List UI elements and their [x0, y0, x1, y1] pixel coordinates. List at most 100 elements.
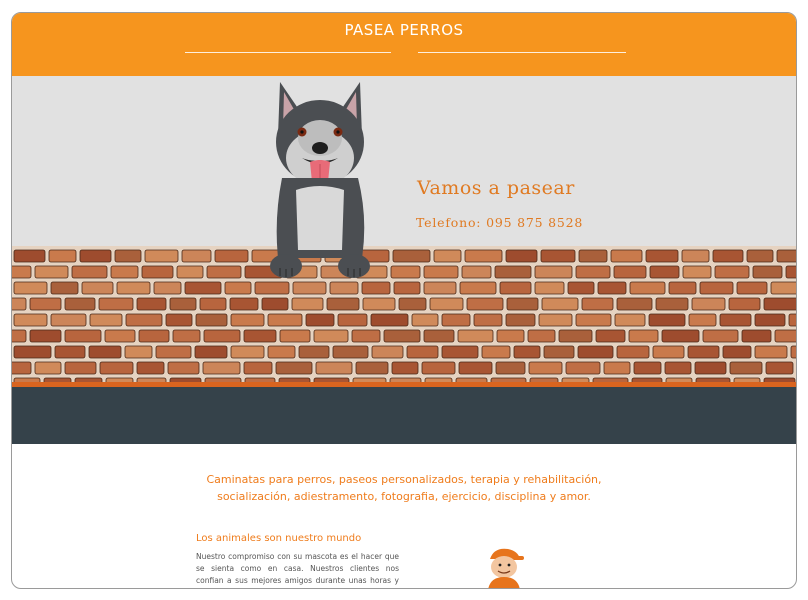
brick [567, 281, 595, 295]
brick [267, 345, 296, 359]
brick [464, 249, 503, 263]
brick [575, 313, 612, 327]
brick [741, 329, 772, 343]
brick [505, 249, 538, 263]
hero-phone[interactable]: Telefono: 095 875 8528 [416, 215, 616, 230]
brick [291, 297, 324, 311]
brick [595, 329, 626, 343]
brick [719, 313, 752, 327]
brick [138, 329, 170, 343]
services-intro: Caminatas para perros, paseos personaliz… [192, 471, 616, 505]
brick [391, 361, 419, 375]
brick [603, 361, 631, 375]
services-line-1: Caminatas para perros, paseos personaliz… [206, 473, 602, 486]
brick [136, 361, 165, 375]
brick [169, 297, 197, 311]
brick [275, 361, 313, 375]
dark-footer-band [12, 387, 796, 444]
brick [581, 297, 614, 311]
brick [610, 249, 643, 263]
brick [202, 361, 241, 375]
brick [13, 345, 52, 359]
brick [298, 345, 330, 359]
brick [688, 313, 717, 327]
site-title[interactable]: PASEA PERROS [12, 21, 796, 39]
brick [125, 313, 163, 327]
brick [370, 313, 409, 327]
brick [229, 297, 259, 311]
brick [29, 329, 62, 343]
brick [243, 329, 277, 343]
brick [423, 281, 457, 295]
brick [136, 297, 167, 311]
brick [351, 329, 381, 343]
brick [540, 249, 576, 263]
site-header: PASEA PERROS [12, 13, 796, 76]
brick [326, 297, 360, 311]
brick [203, 329, 241, 343]
brick [506, 297, 539, 311]
brick [110, 265, 139, 279]
brick [481, 345, 511, 359]
brick [722, 345, 752, 359]
brick [421, 361, 456, 375]
brick [199, 297, 227, 311]
brick [195, 313, 228, 327]
brick [12, 361, 32, 375]
brick [315, 361, 353, 375]
brick [577, 345, 614, 359]
brick [172, 329, 201, 343]
brick [575, 265, 611, 279]
brick [541, 297, 579, 311]
brick [682, 265, 712, 279]
brick [538, 313, 573, 327]
brick [184, 281, 222, 295]
brick [243, 361, 273, 375]
brick [54, 345, 86, 359]
brick [770, 281, 796, 295]
brick [124, 345, 153, 359]
brick [305, 313, 335, 327]
brick [313, 329, 349, 343]
brick [513, 345, 541, 359]
brick [633, 361, 662, 375]
brick [565, 361, 601, 375]
brick [645, 249, 679, 263]
brick [50, 281, 79, 295]
brick [144, 249, 179, 263]
brick [765, 361, 794, 375]
brick [411, 313, 439, 327]
brick [261, 297, 289, 311]
brick [714, 265, 750, 279]
brick [224, 281, 252, 295]
page-frame: PASEA PERROS Vamos a pasear Telefono: 09… [11, 12, 797, 589]
dog-on-wall-illustration [270, 82, 370, 278]
brick [534, 265, 573, 279]
brick [466, 297, 504, 311]
brick [230, 313, 265, 327]
brick [754, 345, 788, 359]
brick-wall [12, 246, 796, 382]
brick [99, 361, 134, 375]
brick [423, 265, 459, 279]
brick [332, 345, 369, 359]
brick [736, 281, 768, 295]
brick [629, 281, 666, 295]
brick [774, 329, 796, 343]
brick [181, 249, 212, 263]
brick-pattern [12, 249, 796, 382]
brick [355, 361, 389, 375]
brick [383, 329, 421, 343]
brick [48, 249, 77, 263]
brick [754, 313, 786, 327]
brick [461, 265, 492, 279]
brick [649, 265, 680, 279]
brick [116, 281, 151, 295]
brick [597, 281, 627, 295]
brick [728, 297, 761, 311]
brick [230, 345, 265, 359]
brick [34, 265, 69, 279]
brick [167, 361, 200, 375]
brick [64, 329, 102, 343]
brick [788, 313, 796, 327]
